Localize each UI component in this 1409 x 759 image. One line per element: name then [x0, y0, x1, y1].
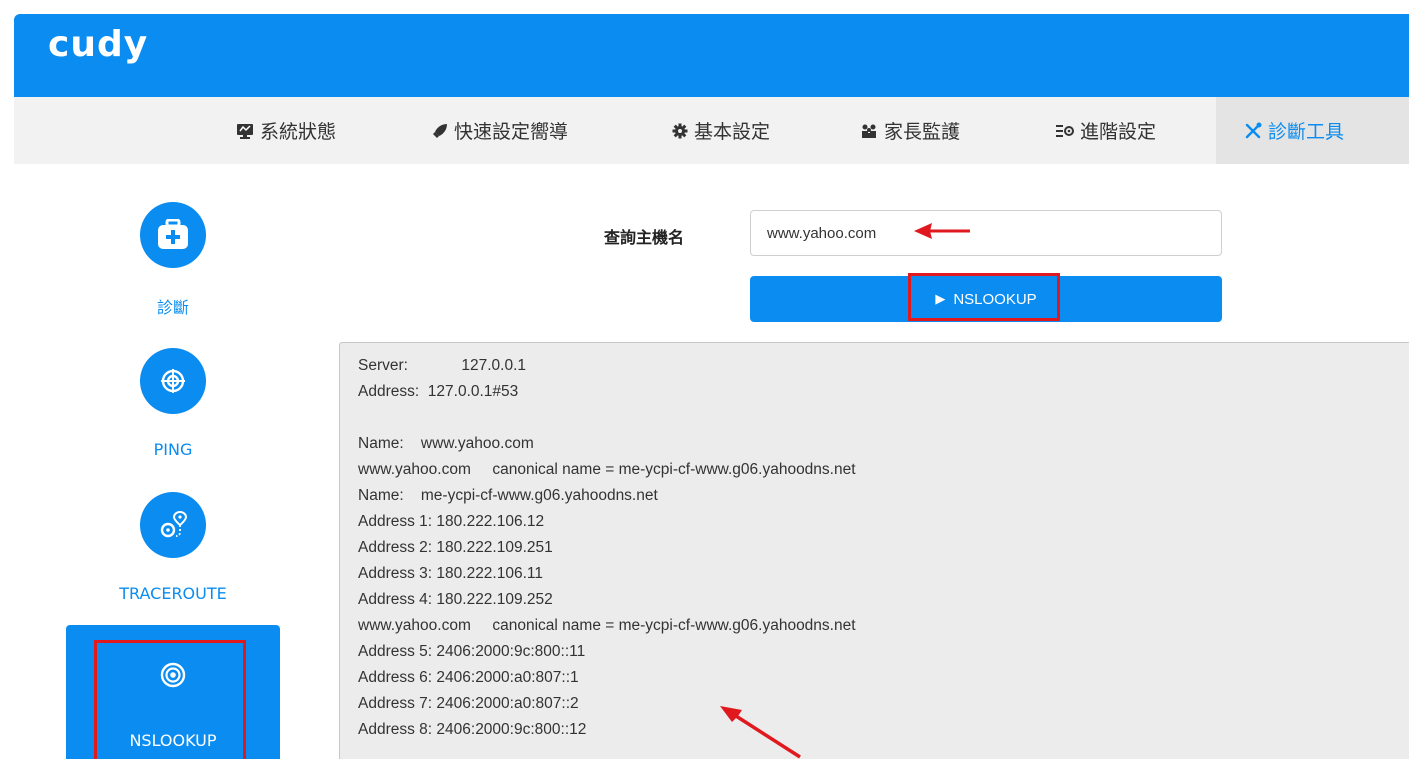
- host-label: 查詢主機名: [604, 228, 685, 247]
- nav-label: 診斷工具: [1268, 121, 1345, 143]
- nslookup-output[interactable]: Server: 127.0.0.1 Address: 127.0.0.1#53 …: [339, 342, 1409, 759]
- sliders-icon: [1056, 124, 1074, 138]
- rocket-icon: [432, 123, 448, 139]
- monitor-icon: [236, 123, 254, 139]
- output-line: Address 8: 2406:2000:9c:800::12: [358, 721, 587, 738]
- tools-icon: [1244, 122, 1262, 140]
- router-admin-window: cudy 系統狀態 快速設定嚮導 基本設定 家長監護 進階設定 診斷工具 診斷 …: [14, 14, 1409, 759]
- nav-basic-settings[interactable]: 基本設定: [672, 97, 770, 164]
- sidebar-item-traceroute[interactable]: TRACEROUTE: [66, 492, 280, 603]
- nav-label: 進階設定: [1080, 121, 1157, 143]
- output-line: Name: me-ycpi-cf-www.g06.yahoodns.net: [358, 487, 658, 504]
- nav-label: 快速設定嚮導: [454, 121, 569, 143]
- nav-label: 基本設定: [694, 121, 771, 143]
- nav-quick-setup[interactable]: 快速設定嚮導: [432, 97, 568, 164]
- red-arrow-icon: [720, 706, 801, 759]
- output-line: Address 6: 2406:2000:a0:807::1: [358, 669, 579, 686]
- nav-system-status[interactable]: 系統狀態: [236, 97, 336, 164]
- gear-icon: [672, 123, 688, 139]
- output-line: Name: www.yahoo.com: [358, 435, 534, 452]
- output-line: www.yahoo.com canonical name = me-ycpi-c…: [358, 461, 856, 478]
- sidebar-label: PING: [153, 440, 193, 459]
- sidebar-label: TRACEROUTE: [119, 584, 227, 603]
- output-line: Address 4: 180.222.109.252: [358, 591, 553, 608]
- output-line: Server: 127.0.0.1: [358, 357, 527, 374]
- medkit-icon: [140, 202, 206, 268]
- nav-parental-control[interactable]: 家長監護: [860, 97, 960, 164]
- users-icon: [860, 123, 878, 139]
- main-nav: 系統狀態 快速設定嚮導 基本設定 家長監護 進階設定 診斷工具: [14, 97, 1409, 164]
- output-line: www.yahoo.com canonical name = me-ycpi-c…: [358, 617, 856, 634]
- sidebar-item-diagnose[interactable]: 診斷: [66, 202, 280, 318]
- route-icon: [140, 492, 206, 558]
- nav-label: 系統狀態: [260, 121, 337, 143]
- sidebar-label: 診斷: [156, 298, 189, 317]
- output-line: Address 1: 180.222.106.12: [358, 513, 545, 530]
- nav-advanced-settings[interactable]: 進階設定: [1056, 97, 1156, 164]
- top-bar: cudy: [14, 14, 1409, 97]
- cudy-logo[interactable]: cudy: [48, 24, 148, 65]
- nav-label: 家長監護: [884, 121, 961, 143]
- red-arrow-icon: [914, 223, 970, 239]
- output-line: Address: 127.0.0.1#53: [358, 383, 519, 400]
- output-line: Address 2: 180.222.109.251: [358, 539, 553, 556]
- host-input[interactable]: [750, 210, 1222, 256]
- target-icon: [140, 348, 206, 414]
- highlight-box-sidebar: [94, 640, 246, 759]
- highlight-box-button: [908, 273, 1060, 321]
- output-line: Address 7: 2406:2000:a0:807::2: [358, 695, 579, 712]
- output-line: Address 3: 180.222.106.11: [358, 565, 543, 582]
- sidebar-item-ping[interactable]: PING: [66, 348, 280, 459]
- output-line: Address 5: 2406:2000:9c:800::11: [358, 643, 586, 660]
- nav-diagnostic-tools[interactable]: 診斷工具: [1216, 97, 1409, 164]
